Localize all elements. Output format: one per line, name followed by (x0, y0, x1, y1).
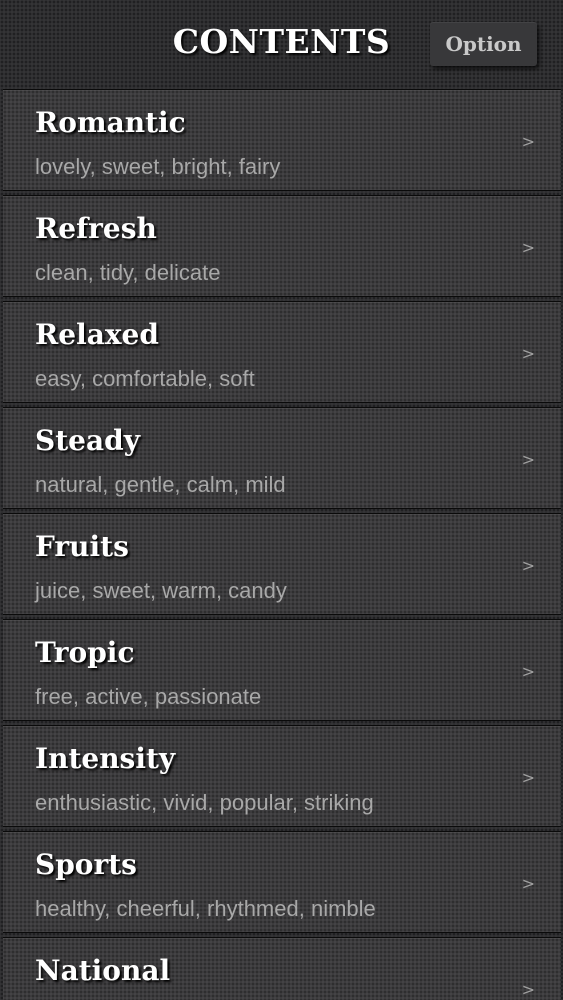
list-item-title: Romantic (35, 106, 186, 139)
list-item-title: Steady (35, 424, 140, 457)
chevron-right-icon: > (521, 556, 535, 575)
chevron-right-icon: > (521, 132, 535, 151)
list-item-title: Sports (35, 848, 137, 881)
list-item-title: Intensity (35, 742, 176, 775)
chevron-right-icon: > (521, 768, 535, 787)
list-item-fruits[interactable]: Fruits juice, sweet, warm, candy > (3, 513, 561, 615)
list-item-description: lovely, sweet, bright, fairy (35, 154, 281, 179)
list-item-description: natural, gentle, calm, mild (35, 472, 286, 497)
nav-bar: CONTENTS Option (0, 0, 563, 88)
option-button[interactable]: Option (430, 22, 537, 66)
list-item-title: National (35, 954, 171, 987)
chevron-right-icon: > (521, 450, 535, 469)
list-item-description: free, active, passionate (35, 684, 262, 709)
list-item-refresh[interactable]: Refresh clean, tidy, delicate > (3, 195, 561, 297)
list-item-sports[interactable]: Sports healthy, cheerful, rhythmed, nimb… (3, 831, 561, 933)
list-item-title: Refresh (35, 212, 157, 245)
chevron-right-icon: > (521, 662, 535, 681)
chevron-right-icon: > (521, 344, 535, 363)
list-item-title: Tropic (35, 636, 135, 669)
list-item-national[interactable]: National > (3, 937, 561, 1000)
list-item-intensity[interactable]: Intensity enthusiastic, vivid, popular, … (3, 725, 561, 827)
list-item-description: enthusiastic, vivid, popular, striking (35, 790, 374, 815)
list-item-description: clean, tidy, delicate (35, 260, 221, 285)
list-item-description: healthy, cheerful, rhythmed, nimble (35, 896, 376, 921)
list-item-tropic[interactable]: Tropic free, active, passionate > (3, 619, 561, 721)
list-item-title: Relaxed (35, 318, 159, 351)
contents-list: Romantic lovely, sweet, bright, fairy > … (3, 89, 561, 1000)
chevron-right-icon: > (521, 238, 535, 257)
chevron-right-icon: > (521, 980, 535, 999)
list-item-romantic[interactable]: Romantic lovely, sweet, bright, fairy > (3, 89, 561, 191)
list-item-description: juice, sweet, warm, candy (35, 578, 287, 603)
list-item-description: easy, comfortable, soft (35, 366, 255, 391)
chevron-right-icon: > (521, 874, 535, 893)
list-item-relaxed[interactable]: Relaxed easy, comfortable, soft > (3, 301, 561, 403)
list-item-title: Fruits (35, 530, 129, 563)
list-item-steady[interactable]: Steady natural, gentle, calm, mild > (3, 407, 561, 509)
